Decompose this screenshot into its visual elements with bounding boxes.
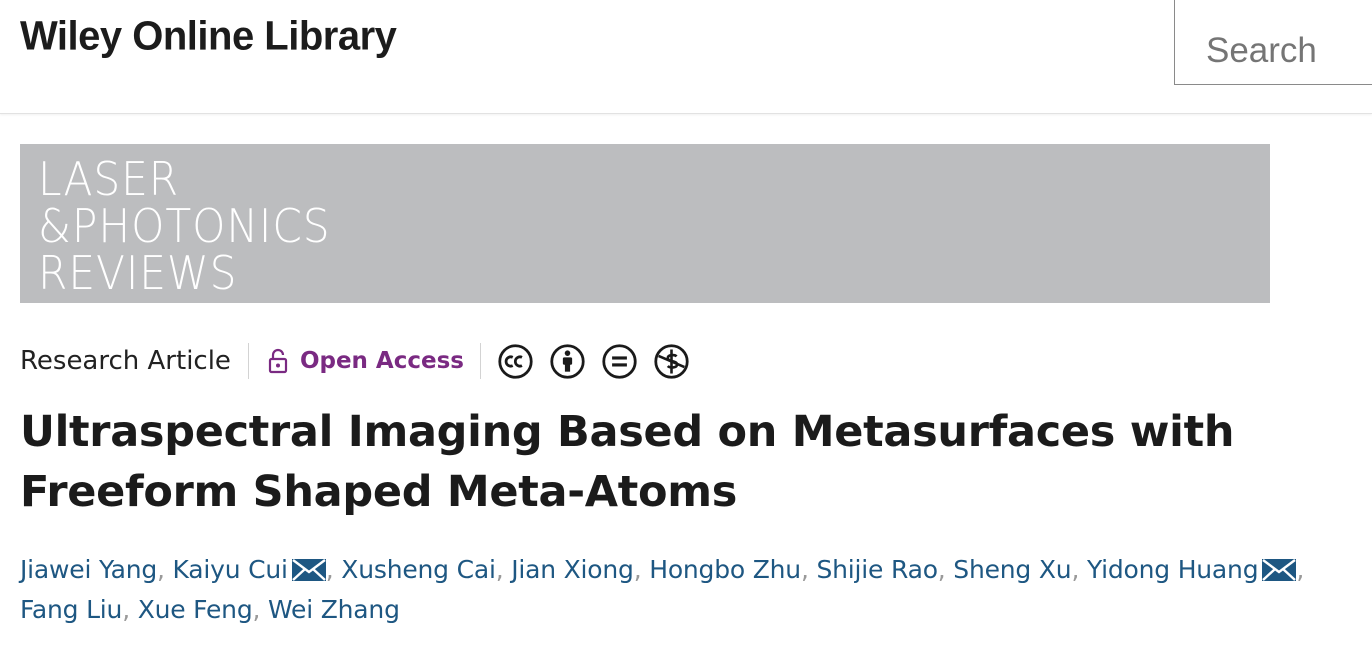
author-separator: , [1071, 555, 1080, 584]
journal-logo-line: &PHOTONICS [38, 199, 331, 253]
attribution-icon[interactable] [549, 343, 586, 380]
author-separator: , [325, 555, 334, 584]
author-item: Yidong Huang, [1087, 555, 1304, 584]
author-item: Jiawei Yang, [20, 555, 165, 584]
license-icons[interactable] [481, 343, 690, 380]
author-separator: , [1296, 555, 1305, 584]
article-meta-row: Research Article Open Access [20, 340, 690, 382]
journal-logo-line: LASER [38, 152, 180, 206]
author-separator: , [800, 555, 809, 584]
author-link[interactable]: Wei Zhang [268, 595, 400, 624]
journal-logo-line: REVIEWS [38, 246, 238, 300]
site-header: Wiley Online Library [0, 0, 1372, 114]
author-link[interactable]: Jiawei Yang [20, 555, 157, 584]
search-input[interactable] [1174, 0, 1372, 85]
author-link[interactable]: Yidong Huang [1087, 555, 1259, 584]
author-link[interactable]: Jian Xiong [511, 555, 634, 584]
author-item: Sheng Xu, [953, 555, 1079, 584]
journal-logo: LASER &PHOTONICS REVIEWS [38, 156, 331, 297]
journal-banner[interactable]: LASER &PHOTONICS REVIEWS [20, 144, 1270, 303]
author-separator: , [937, 555, 946, 584]
author-item: Kaiyu Cui, [173, 555, 334, 584]
article-title: Ultraspectral Imaging Based on Metasurfa… [20, 407, 1235, 517]
author-item: Xue Feng, [138, 595, 261, 624]
author-link[interactable]: Kaiyu Cui [173, 555, 288, 584]
author-link[interactable]: Hongbo Zhu [649, 555, 801, 584]
site-logo[interactable]: Wiley Online Library [20, 14, 397, 60]
author-item: Wei Zhang [268, 595, 400, 624]
author-separator: , [252, 595, 261, 624]
author-separator: , [157, 555, 165, 584]
author-link[interactable]: Fang Liu [20, 595, 122, 624]
article-type-label: Research Article [20, 343, 249, 379]
author-link[interactable]: Sheng Xu [953, 555, 1071, 584]
author-separator: , [122, 595, 130, 624]
no-derivatives-icon[interactable] [601, 343, 638, 380]
author-item: Jian Xiong, [511, 555, 641, 584]
non-commercial-icon[interactable] [653, 343, 690, 380]
author-item: Xusheng Cai, [341, 555, 503, 584]
open-access-badge: Open Access [249, 343, 481, 379]
open-lock-icon [268, 348, 288, 374]
email-icon[interactable] [1262, 553, 1297, 581]
author-item: Fang Liu, [20, 595, 130, 624]
author-link[interactable]: Xusheng Cai [341, 555, 496, 584]
author-list: Jiawei Yang, Kaiyu Cui, Xusheng Cai, Jia… [20, 550, 1365, 630]
author-separator: , [633, 555, 642, 584]
author-item: Shijie Rao, [816, 555, 945, 584]
author-item: Hongbo Zhu, [649, 555, 809, 584]
author-link[interactable]: Xue Feng [138, 595, 253, 624]
author-link[interactable]: Shijie Rao [816, 555, 938, 584]
email-icon[interactable] [291, 553, 326, 581]
open-access-label: Open Access [299, 348, 464, 374]
author-separator: , [495, 555, 504, 584]
cc-icon[interactable] [497, 343, 534, 380]
